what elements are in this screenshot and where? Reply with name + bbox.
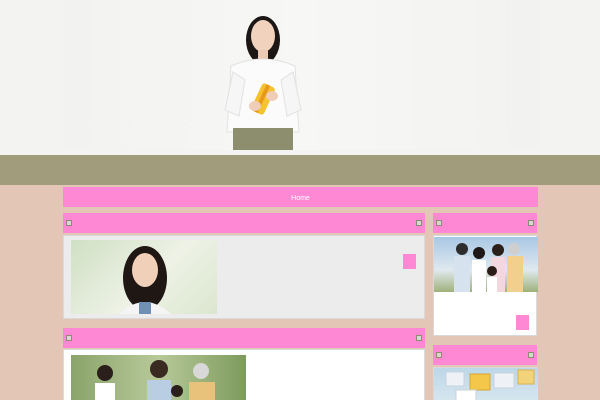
corner-square-icon [528, 352, 534, 358]
panel-action-button[interactable] [516, 315, 529, 330]
corner-square-icon [66, 220, 72, 226]
main-panel-header [63, 213, 425, 233]
nav-item-home[interactable]: Home [291, 189, 310, 209]
corner-square-icon [416, 220, 422, 226]
corner-square-icon [528, 220, 534, 226]
corner-square-icon [66, 335, 72, 341]
family-group-illustration [454, 243, 523, 292]
main-panel-header [63, 328, 425, 348]
family-group-photo [434, 237, 538, 292]
sidebar-panel-header [433, 345, 537, 365]
corner-square-icon [416, 335, 422, 341]
sidebar-panel-header [433, 213, 537, 233]
family-group-photo [71, 355, 246, 400]
main-panel-body [63, 349, 425, 400]
woman-with-gift-illustration [224, 16, 302, 150]
smiling-woman-illustration [119, 246, 171, 314]
sidebar-panel-body [433, 235, 538, 336]
header-hero-image [63, 0, 538, 150]
corner-square-icon [436, 220, 442, 226]
smiling-woman-photo [71, 240, 217, 314]
main-panel-body [63, 235, 425, 319]
gift-boxes-photo [434, 368, 538, 400]
panel-action-button[interactable] [403, 254, 416, 269]
gift-boxes-illustration [445, 369, 535, 400]
main-navigation: Home [63, 187, 538, 207]
sidebar-panel-body [433, 367, 538, 400]
header-divider-band [0, 155, 600, 185]
family-group-illustration [95, 360, 215, 400]
corner-square-icon [436, 352, 442, 358]
